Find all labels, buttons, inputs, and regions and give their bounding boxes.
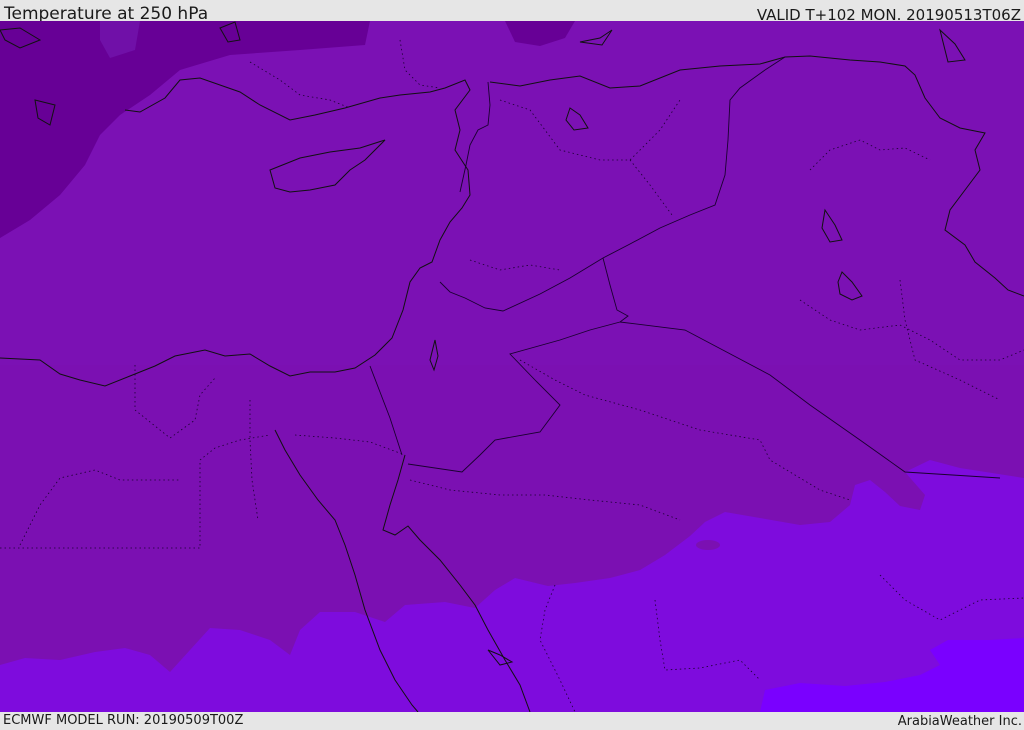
credit-label: ArabiaWeather Inc.	[897, 714, 1022, 729]
model-run-label: ECMWF MODEL RUN: 20190509T00Z	[3, 713, 244, 728]
warm-spot	[696, 540, 720, 550]
header-bar: Temperature at 250 hPa VALID T+102 MON. …	[0, 0, 1024, 24]
footer-bar: ECMWF MODEL RUN: 20190509T00Z ArabiaWeat…	[0, 712, 1024, 729]
temperature-map	[0, 21, 1024, 712]
